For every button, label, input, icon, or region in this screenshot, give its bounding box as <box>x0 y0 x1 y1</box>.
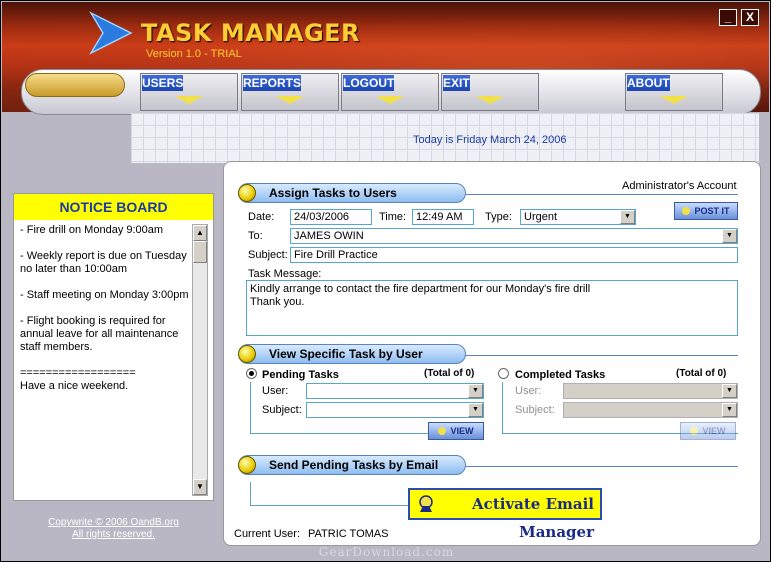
nav-about-label: ABOUT <box>627 75 670 91</box>
dropdown-arrow-icon[interactable]: ▼ <box>722 384 737 398</box>
completed-user-select[interactable]: ▼ <box>563 383 738 399</box>
dropdown-arrow-icon[interactable]: ▼ <box>722 229 737 243</box>
section-divider <box>464 466 738 467</box>
app-version: Version 1.0 - TRIAL <box>146 48 242 60</box>
dropdown-arrow-icon[interactable]: ▼ <box>620 210 635 224</box>
pending-view-label: VIEW <box>450 426 474 436</box>
date-label: Date: <box>248 211 275 223</box>
nav-users-label: USERS <box>142 75 184 91</box>
section-divider <box>464 194 738 195</box>
section-bullet-icon <box>238 456 256 474</box>
button-bullet-icon <box>690 427 699 435</box>
notice-board: NOTICE BOARD - Fire drill on Monday 9:00… <box>13 193 214 501</box>
to-select[interactable]: JAMES OWIN ▼ <box>290 228 738 244</box>
nav-down-arrow-icon <box>376 96 404 104</box>
view-section-heading: View Specific Task by User <box>238 344 466 364</box>
section-bullet-icon <box>238 345 256 363</box>
completed-user-label: User: <box>515 385 542 397</box>
notice-scrollbar[interactable]: ▲ ▼ <box>192 224 208 496</box>
section-bullet-icon <box>238 184 256 202</box>
email-group-bracket <box>250 482 408 506</box>
pending-subject-select[interactable]: ▼ <box>306 402 484 418</box>
completed-total: (Total of 0) <box>676 368 727 379</box>
nav-reports-label: REPORTS <box>243 75 302 91</box>
type-select[interactable]: Urgent ▼ <box>520 209 636 225</box>
footer-links: Copywrite © 2006 OandB.org All rights re… <box>13 517 214 541</box>
activate-email-manager-label: Activate Email Manager <box>472 495 594 541</box>
pending-view-button[interactable]: VIEW <box>428 422 484 440</box>
current-user-value: PATRIC TOMAS <box>308 528 389 540</box>
watermark: GearDownload.com <box>318 545 455 559</box>
completed-tasks-label: Completed Tasks <box>515 369 606 381</box>
close-button[interactable]: X <box>741 9 759 26</box>
notice-board-title: NOTICE BOARD <box>14 194 213 220</box>
date-field[interactable]: 24/03/2006 <box>290 209 372 225</box>
post-it-label: POST IT <box>694 206 730 216</box>
nav-logout-label: LOGOUT <box>343 75 395 91</box>
dropdown-arrow-icon[interactable]: ▼ <box>468 403 483 417</box>
scroll-up-icon[interactable]: ▲ <box>193 225 207 241</box>
completed-subject-label: Subject: <box>515 404 555 416</box>
type-select-value: Urgent <box>524 211 558 223</box>
task-manager-window: TASK MANAGER Version 1.0 - TRIAL _ X USE… <box>0 0 771 562</box>
to-select-value: JAMES OWIN <box>294 230 364 242</box>
main-panel: Administrator's Account Assign Tasks to … <box>223 161 761 546</box>
scroll-down-icon[interactable]: ▼ <box>193 479 207 495</box>
nav-about-button[interactable]: ABOUT <box>625 73 723 111</box>
app-title: TASK MANAGER <box>141 19 361 47</box>
section-divider <box>464 355 738 356</box>
nav-users-button[interactable]: USERS <box>140 73 238 111</box>
post-it-button[interactable]: POST IT <box>674 202 738 220</box>
notice-item: - Flight booking is required for annual … <box>20 315 179 353</box>
notice-board-body: - Fire drill on Monday 9:00am - Weekly r… <box>20 224 194 406</box>
pending-tasks-label: Pending Tasks <box>262 369 339 381</box>
menu-bar-cap <box>25 73 125 97</box>
email-manager-icon <box>419 495 433 512</box>
notice-item: - Fire drill on Monday 9:00am <box>20 224 164 236</box>
minimize-button[interactable]: _ <box>719 9 737 26</box>
type-label: Type: <box>485 211 512 223</box>
button-bullet-icon <box>438 427 447 435</box>
subject-field[interactable]: Fire Drill Practice <box>290 247 738 263</box>
dropdown-arrow-icon[interactable]: ▼ <box>468 384 483 398</box>
pending-total: (Total of 0) <box>424 368 475 379</box>
pending-user-label: User: <box>262 385 289 397</box>
to-label: To: <box>248 230 263 242</box>
notice-item: ================== Have a nice weekend. <box>20 367 136 392</box>
nav-exit-label: EXIT <box>443 75 470 91</box>
nav-down-arrow-icon <box>175 96 203 104</box>
task-message-textarea[interactable]: Kindly arrange to contact the fire depar… <box>246 280 738 336</box>
task-message-label: Task Message: <box>248 268 322 280</box>
time-field[interactable]: 12:49 AM <box>412 209 474 225</box>
pending-user-select[interactable]: ▼ <box>306 383 484 399</box>
notice-item: - Weekly report is due on Tuesday no lat… <box>20 250 187 275</box>
pending-tasks-radio[interactable] <box>246 368 257 379</box>
arrow-logo-icon <box>89 11 133 55</box>
completed-tasks-radio[interactable] <box>498 368 509 379</box>
email-section-heading: Send Pending Tasks by Email <box>238 455 466 475</box>
account-label: Administrator's Account <box>622 180 737 192</box>
completed-subject-select[interactable]: ▼ <box>563 402 738 418</box>
nav-down-arrow-icon <box>276 96 304 104</box>
subject-label: Subject: <box>248 249 288 261</box>
completed-view-button[interactable]: VIEW <box>680 422 736 440</box>
nav-down-arrow-icon <box>660 96 688 104</box>
assign-section-heading: Assign Tasks to Users <box>238 183 466 203</box>
nav-logout-button[interactable]: LOGOUT <box>341 73 439 111</box>
time-label: Time: <box>379 211 407 223</box>
pending-subject-label: Subject: <box>262 404 302 416</box>
button-bullet-icon <box>682 207 691 215</box>
rights-link[interactable]: All rights reserved. <box>13 529 214 541</box>
activate-email-manager-button[interactable]: Activate Email Manager <box>408 488 602 541</box>
notice-item: - Staff meeting on Monday 3:00pm <box>20 289 189 301</box>
nav-reports-button[interactable]: REPORTS <box>241 73 339 111</box>
completed-view-label: VIEW <box>702 426 726 436</box>
scroll-thumb[interactable] <box>193 241 207 263</box>
current-user-label: Current User: <box>234 528 301 540</box>
copyright-link[interactable]: Copywrite © 2006 OandB.org <box>13 517 214 529</box>
nav-down-arrow-icon <box>476 96 504 104</box>
dropdown-arrow-icon[interactable]: ▼ <box>722 403 737 417</box>
today-date: Today is Friday March 24, 2006 <box>413 134 567 146</box>
nav-exit-button[interactable]: EXIT <box>441 73 539 111</box>
